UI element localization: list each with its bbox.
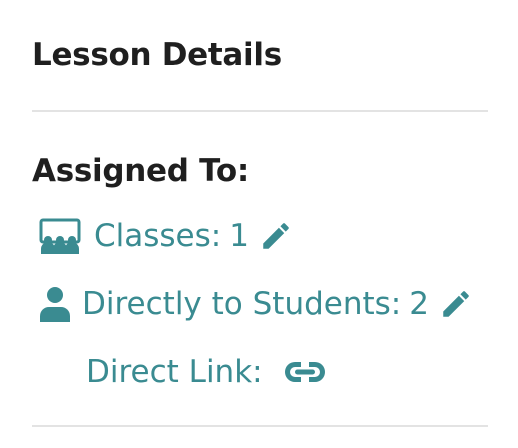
classroom-icon	[38, 218, 82, 254]
panel-title: Lesson Details	[32, 37, 282, 73]
students-count[interactable]: 2	[409, 284, 429, 324]
classes-row: Classes: 1	[38, 216, 293, 256]
divider-bottom	[32, 425, 488, 427]
divider-top	[32, 110, 488, 112]
lesson-details-panel: Lesson Details Assigned To: Classes: 1 D…	[0, 0, 518, 448]
pencil-icon[interactable]	[259, 219, 293, 253]
direct-link-row: Direct Link:	[86, 352, 329, 392]
classes-label[interactable]: Classes:	[94, 216, 221, 256]
link-icon[interactable]	[281, 359, 329, 385]
students-label[interactable]: Directly to Students:	[82, 284, 401, 324]
direct-link-label: Direct Link:	[86, 354, 263, 390]
students-row: Directly to Students: 2	[38, 284, 473, 324]
classes-count[interactable]: 1	[229, 216, 249, 256]
pencil-icon[interactable]	[439, 287, 473, 321]
assigned-to-heading: Assigned To:	[32, 153, 249, 189]
user-icon	[38, 286, 72, 322]
